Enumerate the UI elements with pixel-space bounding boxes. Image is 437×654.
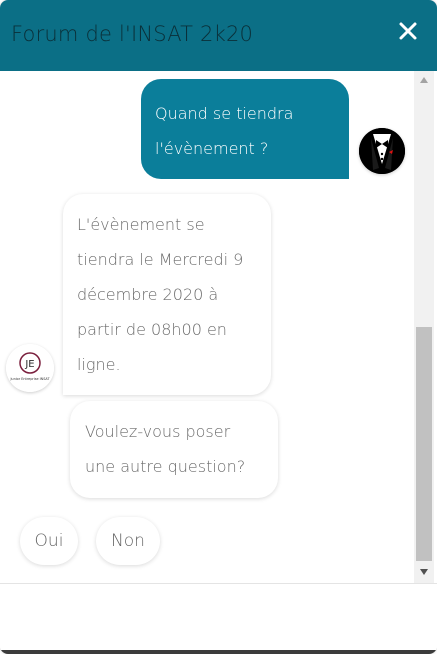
scroll-down-arrow[interactable] bbox=[414, 565, 434, 579]
close-icon bbox=[399, 22, 417, 40]
quick-reply-yes-button[interactable]: Oui bbox=[20, 517, 78, 565]
window-bottom-edge bbox=[0, 650, 437, 654]
triangle-down-icon bbox=[420, 569, 428, 575]
tuxedo-icon bbox=[359, 128, 405, 174]
close-button[interactable] bbox=[393, 16, 423, 46]
triangle-up-icon bbox=[420, 77, 428, 83]
bot-message: Voulez-vous poser une autre question? bbox=[70, 401, 278, 498]
message-input-area[interactable] bbox=[0, 583, 437, 654]
message-input[interactable] bbox=[0, 584, 437, 654]
scroll-up-arrow[interactable] bbox=[414, 73, 434, 87]
chat-title: Forum de l'INSAT 2k20 bbox=[11, 22, 254, 46]
bot-logo-caption: Junior Entreprise INSAT bbox=[9, 377, 50, 381]
bot-avatar: JE Junior Entreprise INSAT bbox=[6, 344, 54, 392]
scrollbar[interactable] bbox=[414, 71, 434, 583]
bot-message: L'évènement se tiendra le Mercredi 9 déc… bbox=[63, 194, 271, 395]
user-avatar bbox=[359, 128, 405, 174]
user-message: Quand se tiendra l'évènement ? bbox=[141, 79, 349, 179]
bot-logo-text: JE bbox=[24, 359, 34, 370]
chat-header: Forum de l'INSAT 2k20 bbox=[0, 0, 437, 71]
junior-entreprise-logo-icon: JE Junior Entreprise INSAT bbox=[6, 344, 54, 392]
message-list[interactable]: Quand se tiendra l'évènement ? L'évèneme… bbox=[0, 71, 437, 583]
scroll-thumb[interactable] bbox=[416, 327, 432, 561]
quick-reply-no-button[interactable]: Non bbox=[96, 517, 160, 565]
chat-window: Forum de l'INSAT 2k20 Quand se tiendra l… bbox=[0, 0, 437, 654]
